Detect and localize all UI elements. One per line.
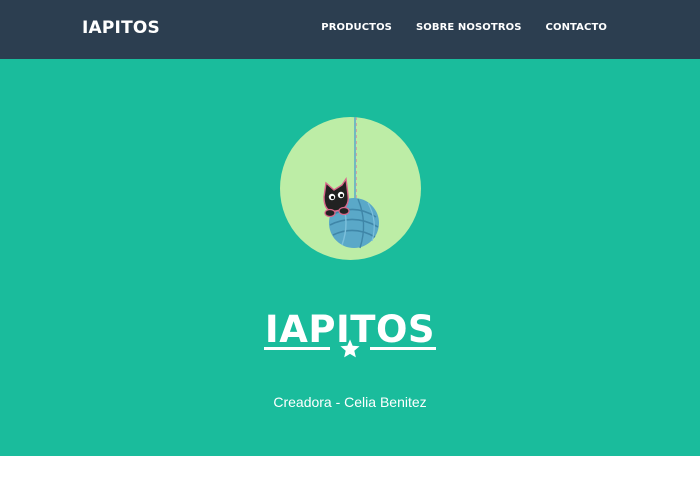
star-divider [264,338,436,360]
star-icon [340,339,360,358]
subtitle: Creadora - Celia Benitez [273,394,427,410]
nav-link-productos[interactable]: PRODUCTOS [321,21,392,35]
masthead: IAPITOS Creadora - Celia Benitez [0,59,700,456]
nav-link-contacto[interactable]: CONTACTO [546,21,607,35]
avatar [280,117,421,260]
content-area [0,456,700,500]
cat-with-yarn-ball-image [323,117,379,249]
brand-link[interactable]: IAPITOS [82,16,160,40]
nav-link-sobre-nosotros[interactable]: SOBRE NOSOTROS [416,21,522,35]
nav-links: PRODUCTOS SOBRE NOSOTROS CONTACTO [321,21,607,35]
divider-line-left [264,347,330,350]
navbar: IAPITOS PRODUCTOS SOBRE NOSOTROS CONTACT… [0,0,700,59]
divider-line-right [370,347,436,350]
